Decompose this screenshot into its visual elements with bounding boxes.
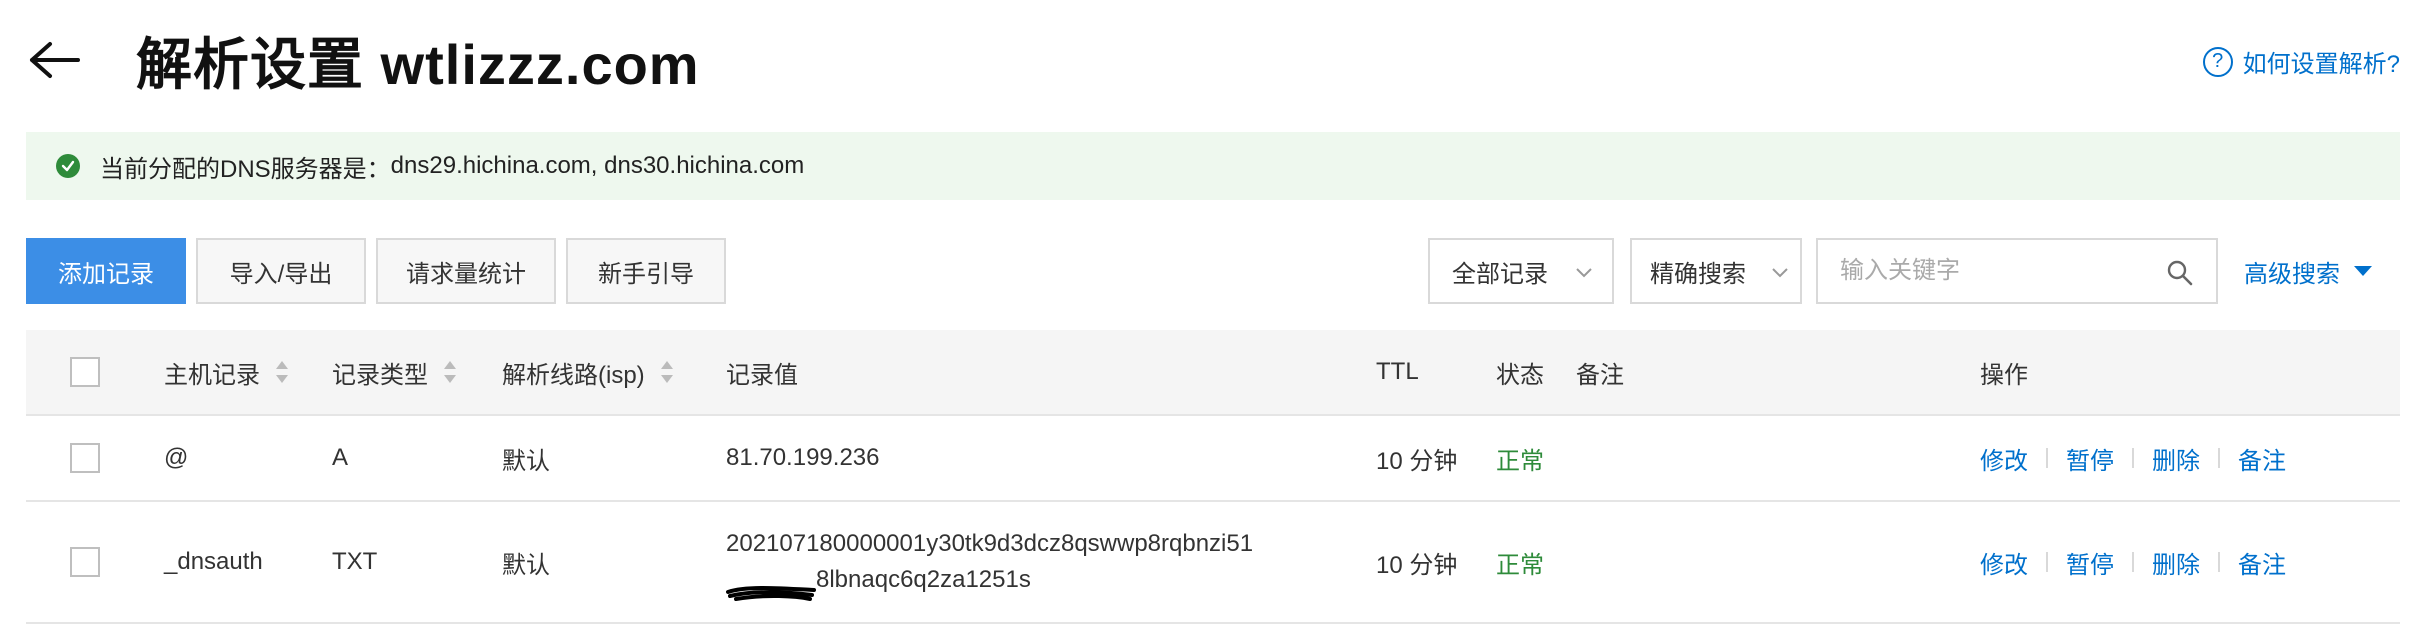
line-cell: 默认 — [502, 447, 550, 475]
ttl-cell: 10 分钟 — [1376, 551, 1458, 579]
host-cell: @ — [164, 444, 189, 471]
column-type: 记录类型 — [332, 361, 428, 389]
column-ttl: TTL — [1376, 358, 1419, 385]
request-stats-button[interactable]: 请求量统计 — [376, 238, 556, 304]
delete-link[interactable]: 删除 — [2152, 545, 2200, 580]
table-row: _dnsauth TXT 默认 202107180000001y30tk9d3d… — [26, 502, 2400, 624]
sort-icon[interactable] — [274, 359, 290, 385]
check-circle-icon — [56, 154, 80, 178]
host-cell: _dnsauth — [164, 548, 263, 575]
divider — [2132, 448, 2134, 468]
search-icon[interactable] — [2166, 259, 2194, 287]
redaction-scribble — [726, 586, 816, 601]
pause-link[interactable]: 暂停 — [2066, 545, 2114, 580]
status-cell: 正常 — [1496, 447, 1544, 475]
search-mode-value: 精确搜索 — [1650, 260, 1746, 288]
column-status: 状态 — [1496, 361, 1544, 389]
dns-server-banner: 当前分配的DNS服务器是： dns29.hichina.com, dns30.h… — [26, 132, 2400, 200]
add-record-button[interactable]: 添加记录 — [26, 238, 186, 304]
type-cell: A — [332, 444, 349, 471]
column-remark: 备注 — [1576, 361, 1624, 389]
advanced-search-toggle[interactable]: 高级搜索 — [2244, 238, 2372, 304]
help-link[interactable]: ? 如何设置解析? — [2202, 44, 2400, 79]
toolbar: 添加记录 导入/导出 请求量统计 新手引导 全部记录 精确搜索 高级搜索 — [26, 238, 2400, 304]
edit-link[interactable]: 修改 — [1980, 441, 2028, 476]
sort-icon[interactable] — [659, 359, 675, 385]
back-arrow-icon[interactable] — [24, 30, 84, 90]
ttl-cell: 10 分钟 — [1376, 447, 1458, 475]
delete-link[interactable]: 删除 — [2152, 441, 2200, 476]
chevron-down-icon — [1576, 268, 1592, 278]
column-host: 主机记录 — [164, 361, 260, 389]
help-link-label: 如何设置解析? — [2242, 51, 2400, 78]
status-cell: 正常 — [1496, 551, 1544, 579]
record-filter-select[interactable]: 全部记录 — [1428, 238, 1614, 304]
sort-icon[interactable] — [442, 359, 458, 385]
select-all-checkbox[interactable] — [70, 357, 100, 387]
row-checkbox[interactable] — [70, 443, 100, 473]
page-title: 解析设置 wtlizzz.com — [136, 32, 700, 96]
remark-link[interactable]: 备注 — [2238, 441, 2286, 476]
divider — [2218, 552, 2220, 572]
row-checkbox[interactable] — [70, 547, 100, 577]
divider — [2046, 552, 2048, 572]
type-cell: TXT — [332, 548, 378, 575]
dns-records-table: 主机记录 记录类型 解析线路(isp) 记录值 TTL 状态 备注 操作 @ A… — [26, 330, 2400, 624]
search-mode-select[interactable]: 精确搜索 — [1630, 238, 1802, 304]
record-filter-value: 全部记录 — [1452, 260, 1548, 288]
value-line-1: 202107180000001y30tk9d3dcz8qswwp8rqbnzi5… — [726, 530, 1254, 557]
table-row: @ A 默认 81.70.199.236 10 分钟 正常 修改 暂停 删除 备… — [26, 416, 2400, 502]
beginner-guide-button[interactable]: 新手引导 — [566, 238, 726, 304]
divider — [2132, 552, 2134, 572]
caret-down-icon — [2354, 266, 2372, 276]
value-cell: 202107180000001y30tk9d3dcz8qswwp8rqbnzi5… — [726, 502, 1253, 622]
remark-link[interactable]: 备注 — [2238, 545, 2286, 580]
page-header: 解析设置 wtlizzz.com ? 如何设置解析? — [24, 24, 2400, 96]
divider — [2218, 448, 2220, 468]
pause-link[interactable]: 暂停 — [2066, 441, 2114, 476]
import-export-button[interactable]: 导入/导出 — [196, 238, 366, 304]
dns-servers: dns29.hichina.com, dns30.hichina.com — [390, 152, 805, 179]
column-value: 记录值 — [726, 361, 798, 389]
row-actions: 修改 暂停 删除 备注 — [1980, 502, 2286, 622]
table-header: 主机记录 记录类型 解析线路(isp) 记录值 TTL 状态 备注 操作 — [26, 330, 2400, 416]
advanced-search-label: 高级搜索 — [2244, 260, 2340, 288]
question-circle-icon: ? — [2202, 46, 2233, 77]
value-line-2: 8lbnaqc6q2za1251s — [816, 566, 1031, 593]
edit-link[interactable]: 修改 — [1980, 545, 2028, 580]
chevron-down-icon — [1772, 268, 1788, 278]
column-line: 解析线路(isp) — [502, 361, 645, 389]
row-actions: 修改 暂停 删除 备注 — [1980, 416, 2286, 500]
search-input[interactable] — [1840, 257, 2140, 285]
line-cell: 默认 — [502, 551, 550, 579]
divider — [2046, 448, 2048, 468]
keyword-search — [1816, 238, 2218, 304]
banner-label: 当前分配的DNS服务器是： — [100, 155, 391, 183]
column-actions: 操作 — [1980, 361, 2028, 389]
value-cell: 81.70.199.236 — [726, 444, 880, 471]
